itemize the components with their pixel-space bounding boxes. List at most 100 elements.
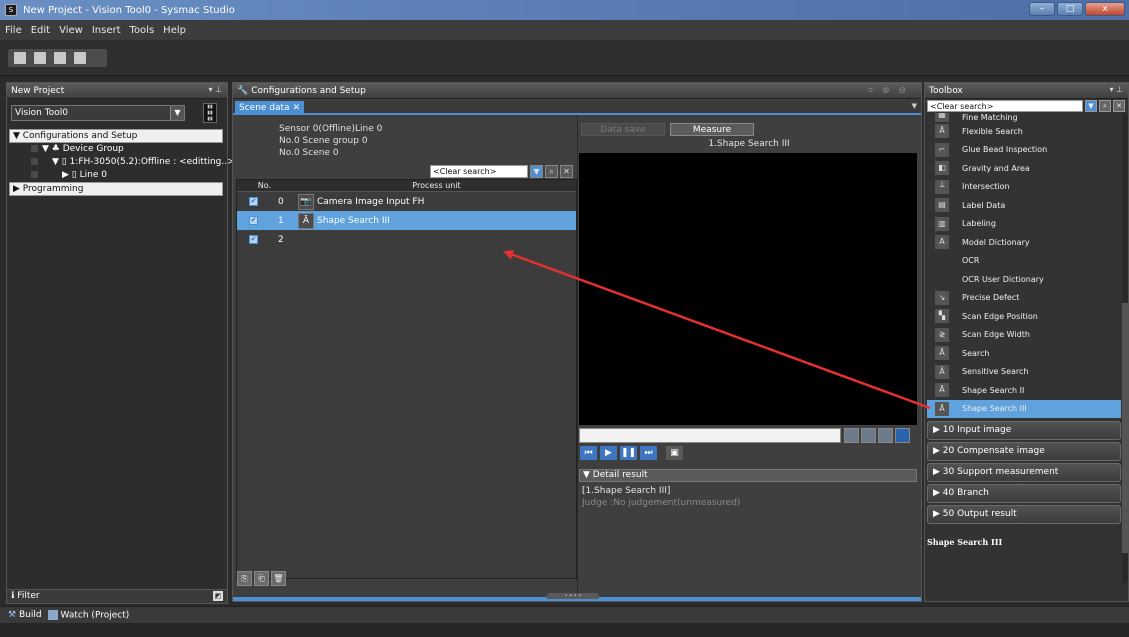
menu-insert[interactable]: Insert (92, 25, 121, 36)
filter-icon: ℹ (11, 591, 15, 601)
toolbox-item[interactable]: ┴ Intersection (927, 178, 1121, 197)
tree-controller[interactable]: ▼ ▯ 1:FH-3050(5.2):Offline : <editting..… (9, 156, 235, 169)
chevron-down-icon[interactable]: ▼ (170, 106, 184, 120)
toolbox-item[interactable]: ↘ Precise Defect (927, 289, 1121, 308)
category-input-image[interactable]: ▶ 10 Input image (927, 421, 1121, 440)
unit-row-selected[interactable]: ✔ 1 Ā Shape Search III (237, 211, 576, 230)
category-output-result[interactable]: ▶ 50 Output result (927, 505, 1121, 524)
image-path-input[interactable] (579, 428, 841, 443)
pin-icon[interactable]: ▾ ⊥ (1109, 85, 1123, 94)
image-list-icon[interactable] (878, 428, 893, 443)
data-save-button[interactable]: Data save (581, 123, 665, 136)
toolbox-item[interactable]: ⌐ Glue Bead Inspection (927, 141, 1121, 160)
toolbox-item[interactable]: ◧ Gravity and Area (927, 159, 1121, 178)
copy-icon[interactable] (14, 52, 26, 64)
scrollbar-thumb[interactable] (1122, 303, 1128, 553)
toolbox-scrollbar[interactable] (1122, 113, 1128, 583)
unit-checkbox[interactable]: ✔ (249, 235, 258, 244)
filter-expand-icon[interactable]: ◩ (213, 591, 223, 601)
unit-row[interactable]: ✔ 0 📷 Camera Image Input FH (237, 192, 576, 211)
category-branch[interactable]: ▶ 40 Branch (927, 484, 1121, 503)
paste-unit-icon[interactable]: ⎗ (254, 571, 269, 586)
image-mode-icon[interactable] (895, 428, 910, 443)
search-icon[interactable]: ⌕ (545, 165, 558, 178)
toolbox-search-dropdown-icon[interactable]: ▼ (1085, 100, 1097, 112)
toolbox-item-label: Scan Edge Position (962, 311, 1038, 321)
category-compensate-image[interactable]: ▶ 20 Compensate image (927, 442, 1121, 461)
maximize-button[interactable]: □ (1057, 2, 1083, 16)
toolbox-item[interactable]: A Model Dictionary (927, 233, 1121, 252)
detail-result-header[interactable]: ▼ Detail result (579, 469, 917, 482)
camera-settings-icon[interactable]: ▣ (666, 446, 683, 460)
measure-button[interactable]: Measure (670, 123, 754, 136)
unit-checkbox[interactable]: ✔ (249, 197, 258, 206)
toolbox-search-input[interactable]: <Clear search> (927, 100, 1083, 112)
trash-icon[interactable]: 🗑 (271, 571, 286, 586)
watch-tab[interactable]: Watch (Project) (47, 609, 129, 620)
copy-unit-icon[interactable]: ⎘ (237, 571, 252, 586)
toolbox-item[interactable]: ▥ Labeling (927, 215, 1121, 234)
menu-tools[interactable]: Tools (130, 25, 155, 36)
tree-line[interactable]: ▶ ▯ Line 0 (9, 169, 223, 182)
window-titlebar: S New Project - Vision Tool0 - Sysmac St… (0, 0, 1129, 20)
tab-dropdown-icon[interactable]: ▼ (912, 102, 917, 110)
toolbox-item-label: Scan Edge Width (962, 330, 1030, 340)
unit-checkbox[interactable]: ✔ (249, 216, 258, 225)
playback-controls: ⏮ ▶ ❚❚ ⏭ ▣ (580, 446, 683, 460)
last-frame-icon[interactable]: ⏭ (640, 446, 657, 460)
play-icon[interactable]: ▶ (600, 446, 617, 460)
delete-icon[interactable] (54, 52, 66, 64)
project-device-select[interactable]: Vision Tool0 ▼ (11, 105, 185, 121)
unit-no: 1 (278, 215, 284, 226)
save-icon[interactable] (74, 52, 86, 64)
resize-grip[interactable]: • • • • (547, 593, 599, 599)
toolbox-item-selected[interactable]: Ā Shape Search III (927, 399, 1121, 418)
menu-view[interactable]: View (59, 25, 83, 36)
close-tab-icon[interactable]: ✕ (293, 103, 301, 113)
image-display[interactable] (579, 153, 917, 425)
toolbox-item[interactable]: ▚ Scan Edge Position (927, 307, 1121, 326)
tree-device-group-label: ▼ ♣ Device Group (42, 144, 124, 154)
toolbox-item[interactable]: ≷ Scan Edge Width (927, 326, 1121, 345)
first-frame-icon[interactable]: ⏮ (580, 446, 597, 460)
flexible-search-icon: Ā (935, 124, 949, 139)
zoom-icons[interactable]: ⌗ ⊕ ⊖ (868, 86, 909, 96)
unit-search-input[interactable]: <Clear search> (430, 165, 528, 178)
toolbox-search-icon[interactable]: ⌕ (1099, 100, 1111, 112)
toolbox-item[interactable]: Ã Sensitive Search (927, 363, 1121, 382)
paste-icon[interactable] (34, 52, 46, 64)
tree-config-header[interactable]: ▼ Configurations and Setup (9, 129, 223, 143)
project-panel-title: New Project (11, 85, 65, 96)
image-save-icon[interactable] (861, 428, 876, 443)
minimize-button[interactable]: – (1029, 2, 1055, 16)
menu-file[interactable]: File (5, 25, 22, 36)
build-tab[interactable]: ⚒ Build (8, 610, 42, 620)
tree-checkbox-icon (31, 158, 38, 165)
toolbox-item[interactable]: ▤ Label Data (927, 196, 1121, 215)
folder-icon[interactable] (844, 428, 859, 443)
close-button[interactable]: x (1085, 2, 1125, 16)
pin-icon[interactable]: ▾ ⊥ (208, 85, 222, 94)
toolbox-item[interactable]: ▦ Fine Matching (927, 113, 1121, 122)
filter-bar[interactable]: ℹ Filter ◩ (7, 589, 227, 603)
toolbox-item[interactable]: Ā Flexible Search (927, 122, 1121, 141)
toolbox-item[interactable]: Ā Search (927, 344, 1121, 363)
tab-scene-data[interactable]: Scene data ✕ (235, 101, 305, 115)
menu-help[interactable]: Help (163, 25, 186, 36)
unit-row-empty[interactable]: ✔ 2 (237, 230, 576, 249)
tree-device-group[interactable]: ▼ ♣ Device Group (9, 143, 223, 156)
tree-programming-header[interactable]: ▶ Programming (9, 182, 223, 196)
scan-edge-position-icon: ▚ (935, 309, 949, 324)
toolbox-item[interactable]: Ā Shape Search II (927, 381, 1121, 400)
search-dropdown-icon[interactable]: ▼ (530, 165, 543, 178)
splitter[interactable] (577, 115, 578, 601)
menu-edit[interactable]: Edit (31, 25, 50, 36)
toolbox-item[interactable]: OCR User Dictionary (927, 270, 1121, 289)
toolbox-clear-icon[interactable]: ✕ (1113, 100, 1125, 112)
toolbox-panel: Toolbox ▾ ⊥ <Clear search> ▼ ⌕ ✕ ▦ Fine M… (924, 82, 1129, 602)
category-support-measurement[interactable]: ▶ 30 Support measurement (927, 463, 1121, 482)
image-file-tools (844, 428, 910, 443)
clear-search-icon[interactable]: ✕ (560, 165, 573, 178)
pause-icon[interactable]: ❚❚ (620, 446, 637, 460)
toolbox-item[interactable]: OCR (927, 252, 1121, 271)
